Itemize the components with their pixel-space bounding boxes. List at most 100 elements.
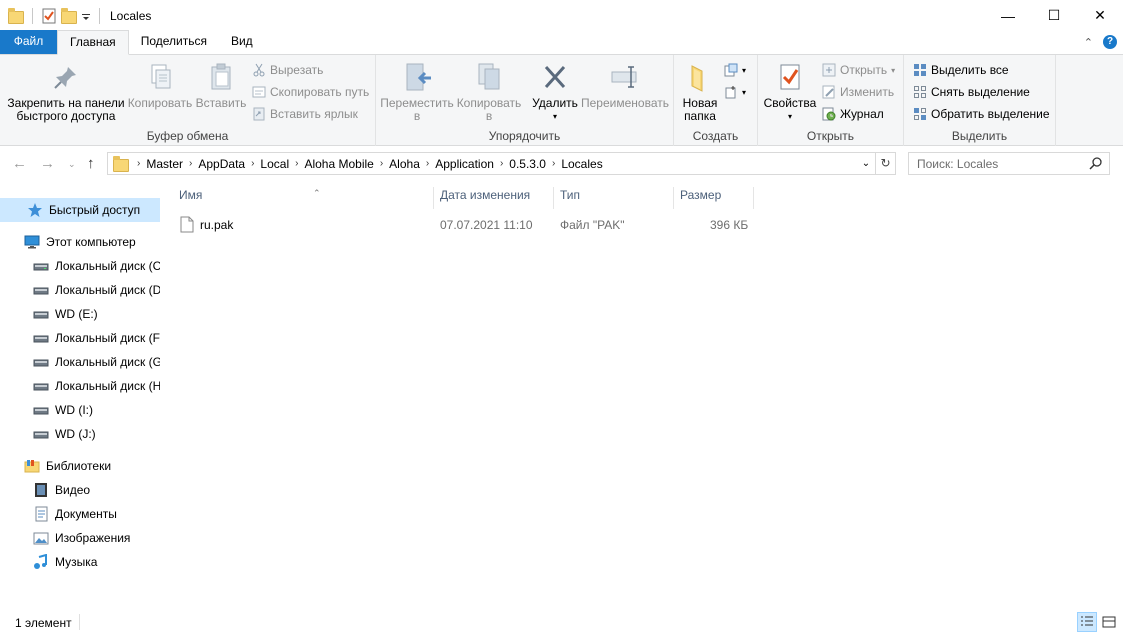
- paste-shortcut-icon: [252, 107, 266, 121]
- navigation-bar: ← → ⌄ ↑ › Master › AppData › Local › Alo…: [0, 146, 1123, 181]
- search-box[interactable]: Поиск: Locales: [908, 152, 1110, 175]
- delete-button[interactable]: Удалить ▾: [530, 61, 580, 123]
- collapse-ribbon-icon[interactable]: ⌃: [1084, 36, 1093, 49]
- minimize-button[interactable]: —: [985, 0, 1031, 31]
- nav-drive[interactable]: Локальный диск (G: [0, 350, 160, 374]
- address-dropdown-icon[interactable]: ⌄: [857, 158, 875, 169]
- column-type-label: Тип: [560, 188, 581, 202]
- tab-home[interactable]: Главная: [57, 30, 129, 55]
- paste-shortcut-button[interactable]: Вставить ярлык: [252, 104, 358, 124]
- paste-button[interactable]: Вставить: [193, 61, 249, 110]
- computer-icon: [24, 234, 40, 250]
- nav-drive-label: Локальный диск (C: [55, 259, 160, 273]
- nav-libraries[interactable]: Библиотеки: [0, 454, 160, 478]
- breadcrumb-local[interactable]: Local: [254, 157, 295, 171]
- breadcrumb-locales[interactable]: Locales: [555, 157, 608, 171]
- tab-view[interactable]: Вид: [219, 30, 265, 54]
- nav-drive-label: Локальный диск (H: [55, 379, 160, 393]
- cut-button[interactable]: Вырезать: [252, 60, 323, 80]
- breadcrumb-appdata[interactable]: AppData: [192, 157, 251, 171]
- history-button[interactable]: Журнал: [822, 104, 884, 124]
- breadcrumb-application[interactable]: Application: [429, 157, 500, 171]
- easy-access-button[interactable]: ▾: [724, 82, 746, 102]
- open-button[interactable]: Открыть ▾: [822, 60, 895, 80]
- nav-drive[interactable]: WD (I:): [0, 398, 160, 422]
- nav-library-video[interactable]: Видео: [0, 478, 160, 502]
- nav-drive[interactable]: Локальный диск (C: [0, 254, 160, 278]
- delete-dropdown-icon[interactable]: ▾: [530, 110, 580, 123]
- nav-drive-label: WD (J:): [55, 427, 96, 441]
- rename-button[interactable]: Переименовать: [580, 61, 670, 110]
- maximize-button[interactable]: ☐: [1031, 0, 1077, 31]
- select-all-button[interactable]: Выделить все: [913, 60, 1009, 80]
- easy-access-dropdown-icon: ▾: [742, 87, 747, 97]
- tab-share[interactable]: Поделиться: [129, 30, 219, 54]
- nav-drive[interactable]: WD (E:): [0, 302, 160, 326]
- new-folder-button[interactable]: Новая папка: [680, 61, 720, 123]
- select-none-button[interactable]: Снять выделение: [913, 82, 1030, 102]
- refresh-icon[interactable]: ↻: [875, 153, 895, 174]
- properties-button[interactable]: Свойства ▾: [762, 61, 818, 123]
- breadcrumb-aloha-mobile[interactable]: Aloha Mobile: [298, 157, 379, 171]
- copy-path-button[interactable]: Скопировать путь: [252, 82, 369, 102]
- qat-dropdown-icon[interactable]: [81, 8, 91, 24]
- copy-button[interactable]: Копировать: [126, 61, 194, 110]
- tab-file[interactable]: Файл: [0, 30, 57, 54]
- title-bar: Locales — ☐ ✕: [0, 0, 1123, 31]
- invert-selection-button[interactable]: Обратить выделение: [913, 104, 1050, 124]
- select-group-label: Выделить: [951, 129, 1008, 143]
- details-view-button[interactable]: [1077, 612, 1097, 632]
- search-icon[interactable]: [1089, 156, 1103, 173]
- new-folder-icon[interactable]: [61, 7, 77, 24]
- properties-dropdown-icon[interactable]: ▾: [762, 110, 818, 123]
- large-icons-view-button[interactable]: [1099, 612, 1119, 632]
- back-arrow-icon[interactable]: ←: [12, 155, 27, 172]
- nav-this-pc[interactable]: Этот компьютер: [0, 230, 160, 254]
- easy-access-icon: [724, 85, 738, 99]
- breadcrumb-version[interactable]: 0.5.3.0: [503, 157, 552, 171]
- file-list: Имя ⌃ Дата изменения Тип Размер ru.pak 0…: [160, 181, 1123, 609]
- move-to-button[interactable]: Переместить в: [380, 61, 454, 123]
- up-arrow-icon[interactable]: ↑: [87, 155, 95, 172]
- star-icon: [27, 202, 43, 218]
- table-row[interactable]: ru.pak 07.07.2021 11:10 Файл "PAK" 396 К…: [174, 214, 754, 236]
- drive-icon: [33, 354, 49, 370]
- nav-library-music[interactable]: Музыка: [0, 550, 160, 574]
- breadcrumb-master[interactable]: Master: [140, 157, 189, 171]
- nav-library-music-label: Музыка: [55, 555, 98, 569]
- forward-arrow-icon[interactable]: →: [40, 155, 55, 172]
- nav-drive[interactable]: Локальный диск (F: [0, 326, 160, 350]
- move-to-label-line2: в: [413, 109, 421, 123]
- new-item-button[interactable]: ▾: [724, 60, 746, 80]
- address-bar[interactable]: › Master › AppData › Local › Aloha Mobil…: [107, 152, 896, 175]
- recent-locations-icon[interactable]: ⌄: [68, 159, 76, 170]
- move-to-icon: [401, 61, 433, 93]
- breadcrumb-aloha[interactable]: Aloha: [383, 157, 426, 171]
- properties-label: Свойства: [763, 96, 817, 110]
- nav-library-documents[interactable]: Документы: [0, 502, 160, 526]
- nav-drive[interactable]: Локальный диск (D: [0, 278, 160, 302]
- column-header-name[interactable]: Имя ⌃: [173, 187, 434, 209]
- help-icon[interactable]: ?: [1103, 35, 1117, 49]
- drive-icon: [33, 282, 49, 298]
- nav-library-images[interactable]: Изображения: [0, 526, 160, 550]
- column-header-date[interactable]: Дата изменения: [434, 187, 554, 209]
- open-label: Открыть: [840, 63, 888, 77]
- ribbon-tabs: Файл Главная Поделиться Вид ⌃ ?: [0, 30, 1123, 55]
- column-header-size[interactable]: Размер: [674, 187, 754, 209]
- clipboard-group: Закрепить на панели быстрого доступа Коп…: [0, 55, 376, 146]
- properties-icon[interactable]: [41, 8, 57, 24]
- select-none-label: Снять выделение: [931, 85, 1030, 99]
- close-button[interactable]: ✕: [1077, 0, 1123, 31]
- new-folder-icon: [684, 61, 716, 93]
- nav-drive[interactable]: Локальный диск (H: [0, 374, 160, 398]
- nav-libraries-label: Библиотеки: [46, 459, 112, 473]
- file-icon: [180, 216, 194, 236]
- nav-quick-access[interactable]: Быстрый доступ: [0, 198, 160, 222]
- copy-to-button[interactable]: Копировать в: [454, 61, 524, 123]
- pin-quick-access-button[interactable]: Закрепить на панели быстрого доступа: [4, 61, 128, 123]
- edit-button[interactable]: Изменить: [822, 82, 894, 102]
- nav-drive[interactable]: WD (J:): [0, 422, 160, 446]
- quick-access-toolbar: [0, 0, 104, 31]
- column-header-type[interactable]: Тип: [554, 187, 674, 209]
